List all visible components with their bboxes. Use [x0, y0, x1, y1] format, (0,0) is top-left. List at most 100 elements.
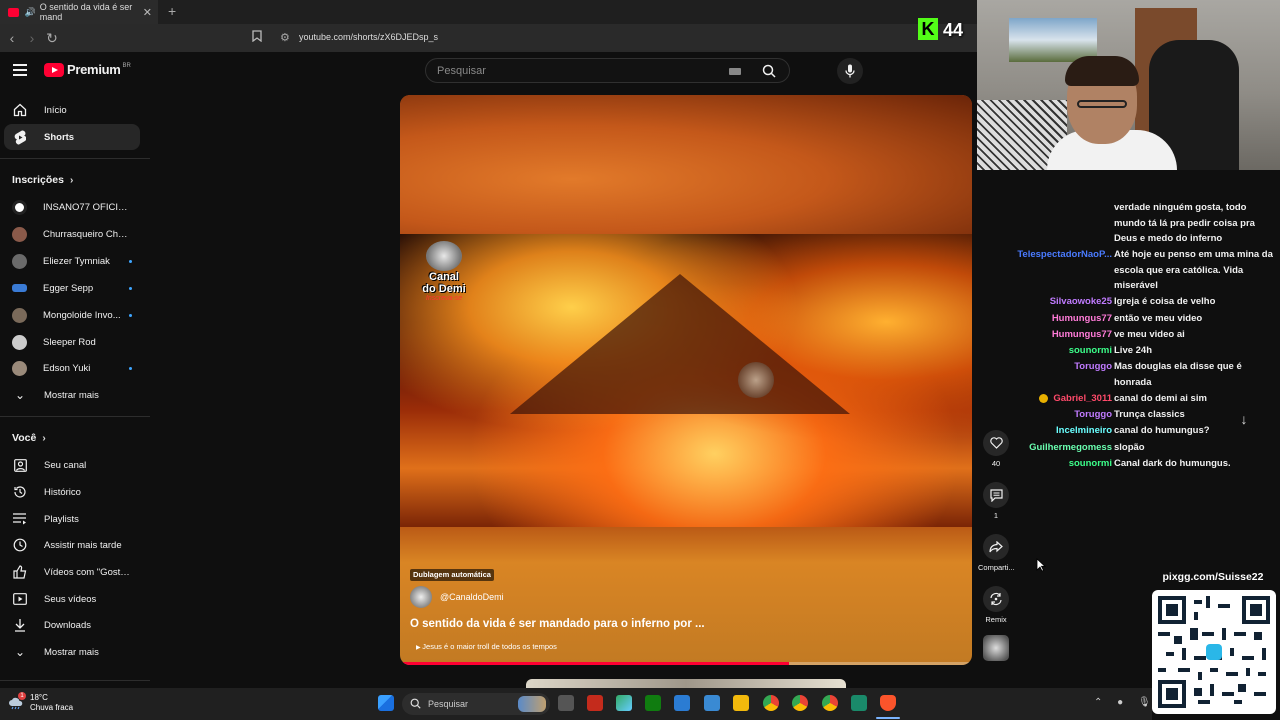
tray-app-icon[interactable]: ● — [1117, 697, 1123, 708]
search-button[interactable] — [749, 59, 789, 82]
subscription-item[interactable]: Eliezer Tymniak — [4, 248, 140, 274]
sidebar-item-watch-later[interactable]: Assistir mais tarde — [4, 532, 140, 558]
like-icon — [12, 565, 28, 579]
comment-action[interactable]: 1 — [978, 482, 1014, 520]
subscriptions-heading[interactable]: Inscrições › — [12, 174, 73, 186]
sidebar-item-shorts[interactable]: Shorts — [4, 124, 140, 150]
close-tab-icon[interactable]: ✕ — [143, 6, 152, 19]
sidebar-item-downloads[interactable]: Downloads — [4, 612, 140, 638]
avatar — [12, 334, 27, 350]
back-icon[interactable]: ‹ — [2, 30, 22, 46]
keyboard-icon[interactable] — [729, 68, 741, 75]
browser-tab[interactable]: 🔊 O sentido da vida é ser mand ✕ — [0, 0, 158, 24]
comments-button[interactable] — [983, 482, 1009, 508]
chrome-profile-2-icon[interactable] — [822, 695, 838, 711]
browser-tab-bar: 🔊 O sentido da vida é ser mand ✕ + — [0, 0, 977, 24]
windows-start-icon[interactable] — [378, 695, 394, 711]
channel-avatar[interactable] — [410, 586, 432, 608]
chat-username[interactable]: Gabriel_3011 — [1039, 391, 1112, 407]
search-box[interactable]: Pesquisar — [425, 58, 790, 83]
chevron-right-icon: › — [69, 175, 74, 186]
xbox-icon[interactable] — [645, 695, 661, 711]
chat-username[interactable]: Humungus77 — [1052, 327, 1112, 343]
reload-icon[interactable]: ↻ — [42, 30, 62, 47]
qr-code — [1152, 590, 1276, 714]
tray-mic-icon[interactable]: 🎙 — [1138, 697, 1151, 708]
subscription-item[interactable]: Sleeper Rod — [4, 329, 140, 355]
short-video-player[interactable]: Canal do Demi Inscreva-se Dublagem autom… — [400, 95, 972, 665]
address-bar[interactable]: youtube.com/shorts/zX6DJEDsp_s — [299, 32, 438, 42]
chat-username[interactable]: sounormi — [1069, 343, 1112, 359]
remix-action[interactable]: Remix — [978, 586, 1014, 624]
media-player-icon[interactable] — [587, 695, 603, 711]
webcam-person-hair — [1065, 56, 1139, 86]
task-view-icon[interactable] — [558, 695, 574, 711]
next-short-preview[interactable] — [526, 679, 846, 688]
sound-thumbnail[interactable] — [983, 635, 1009, 661]
taskbar-search-icon — [410, 698, 421, 709]
voice-search-button[interactable] — [837, 58, 863, 84]
video-progress-bar[interactable] — [400, 662, 972, 665]
chat-username[interactable]: Toruggo — [1074, 407, 1112, 423]
sidebar-item-history[interactable]: Histórico — [4, 479, 140, 505]
sidebar-item-home[interactable]: Início — [4, 97, 140, 123]
subscription-label: Egger Sepp — [43, 282, 94, 294]
mail-app-icon[interactable] — [704, 695, 720, 711]
sidebar-item-your-channel[interactable]: Seu canal — [4, 452, 140, 478]
new-tab-button[interactable]: + — [168, 3, 176, 19]
share-icon — [989, 541, 1003, 553]
short-title[interactable]: O sentido da vida é ser mandado para o i… — [410, 618, 705, 630]
site-settings-icon[interactable]: ⚙ — [280, 31, 290, 44]
search-input[interactable]: Pesquisar — [437, 65, 486, 77]
forward-icon[interactable]: › — [22, 30, 42, 46]
brave-browser-icon[interactable] — [880, 695, 896, 711]
taskbar-search[interactable]: Pesquisar — [402, 693, 550, 715]
sidebar-item-playlists[interactable]: Playlists — [4, 506, 140, 532]
chat-app-icon[interactable] — [851, 695, 867, 711]
sidebar-item-liked-videos[interactable]: Vídeos com "Gostei" — [4, 559, 140, 585]
menu-icon[interactable] — [13, 64, 27, 76]
channel-row[interactable]: @CanaldoDemi — [410, 586, 504, 608]
video-progress-fill — [400, 662, 789, 665]
remix-button[interactable] — [983, 586, 1009, 612]
chat-username[interactable]: Toruggo — [1074, 359, 1112, 375]
weather-widget[interactable]: 1 18°C Chuva fraca — [8, 692, 73, 713]
chat-username[interactable]: Incelmineiro — [1056, 423, 1112, 439]
sidebar-item-label: Histórico — [44, 486, 81, 498]
new-content-dot — [129, 286, 132, 290]
file-explorer-icon[interactable] — [733, 695, 749, 711]
sidebar-item-your-videos[interactable]: Seus vídeos — [4, 586, 140, 612]
you-heading[interactable]: Você › — [12, 432, 46, 444]
youtube-premium-logo[interactable]: Premium BR — [44, 62, 131, 77]
sidebar-item-label: Início — [44, 104, 67, 116]
chrome-profile-icon[interactable] — [792, 695, 808, 711]
channel-handle[interactable]: @CanaldoDemi — [440, 592, 504, 602]
sound-action[interactable] — [978, 635, 1014, 661]
short-related-link[interactable]: Jesus é o maior troll de todos os tempos — [416, 642, 557, 651]
share-action[interactable]: Comparti... — [978, 534, 1015, 572]
chat-username[interactable]: TelespectadorNaoP... — [1017, 247, 1112, 263]
show-more-subscriptions[interactable]: ⌄ Mostrar mais — [4, 382, 140, 408]
bookmark-icon[interactable] — [252, 30, 262, 45]
chat-username[interactable]: sounormi — [1069, 456, 1112, 472]
subscription-item[interactable]: Mongoloide Invo... — [4, 302, 140, 328]
chat-text: Live 24h — [1114, 345, 1153, 356]
chat-username[interactable]: Guilhermegomess — [1029, 440, 1112, 456]
scroll-down-icon[interactable]: ↓ — [1233, 408, 1255, 430]
vpn-app-icon[interactable] — [616, 695, 632, 711]
sidebar-item-label: Shorts — [44, 131, 75, 143]
system-tray[interactable]: ⌃ ● 🎙 — [1094, 697, 1151, 708]
document-app-icon[interactable] — [674, 695, 690, 711]
chrome-icon[interactable] — [763, 695, 779, 711]
subscription-item[interactable]: Churrasqueiro Chur... — [4, 221, 140, 247]
subscription-item[interactable]: Egger Sepp — [4, 275, 140, 301]
subscription-item[interactable]: Edson Yuki — [4, 355, 140, 381]
chat-username[interactable]: Humungus77 — [1052, 311, 1112, 327]
logo-text: Premium — [67, 62, 121, 77]
subscription-item[interactable]: INSANO77 OFICIAL — [4, 194, 140, 220]
show-more-you[interactable]: ⌄ Mostrar mais — [4, 639, 140, 665]
share-button[interactable] — [983, 534, 1009, 560]
tray-chevron-up-icon[interactable]: ⌃ — [1094, 697, 1102, 708]
chat-message: TelespectadorNaoP... Até hoje eu penso em… — [1000, 247, 1280, 294]
chat-username[interactable]: Silvaowoke25 — [1050, 294, 1112, 310]
